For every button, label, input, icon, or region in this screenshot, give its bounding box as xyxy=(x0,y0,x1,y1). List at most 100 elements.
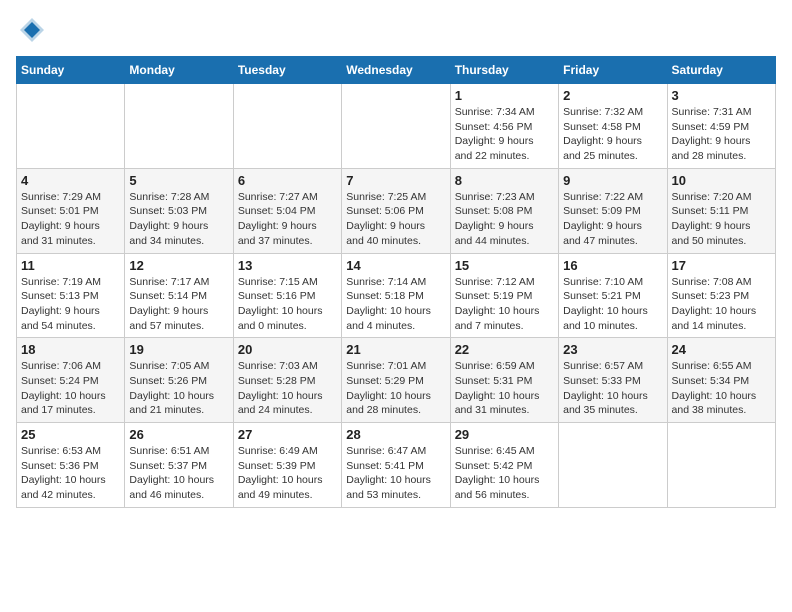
day-number: 5 xyxy=(129,173,228,188)
calendar-cell: 11 Sunrise: 7:19 AM Sunset: 5:13 PM Dayli… xyxy=(17,253,125,338)
day-info: Sunrise: 7:32 AM Sunset: 4:58 PM Dayligh… xyxy=(563,105,662,164)
calendar-cell: 6 Sunrise: 7:27 AM Sunset: 5:04 PM Daylig… xyxy=(233,168,341,253)
calendar-cell: 2 Sunrise: 7:32 AM Sunset: 4:58 PM Daylig… xyxy=(559,84,667,169)
day-info: Sunrise: 7:34 AM Sunset: 4:56 PM Dayligh… xyxy=(455,105,554,164)
day-number: 22 xyxy=(455,342,554,357)
day-number: 20 xyxy=(238,342,337,357)
day-number: 17 xyxy=(672,258,771,273)
day-number: 9 xyxy=(563,173,662,188)
day-number: 28 xyxy=(346,427,445,442)
header-day-tuesday: Tuesday xyxy=(233,57,341,84)
calendar-cell: 21 Sunrise: 7:01 AM Sunset: 5:29 PM Dayli… xyxy=(342,338,450,423)
day-number: 21 xyxy=(346,342,445,357)
calendar-cell: 27 Sunrise: 6:49 AM Sunset: 5:39 PM Dayli… xyxy=(233,423,341,508)
day-number: 3 xyxy=(672,88,771,103)
header-day-sunday: Sunday xyxy=(17,57,125,84)
calendar-cell: 29Sunrise: 6:45 AM Sunset: 5:42 PM Dayli… xyxy=(450,423,558,508)
calendar-cell: 18 Sunrise: 7:06 AM Sunset: 5:24 PM Dayli… xyxy=(17,338,125,423)
day-info: Sunrise: 7:15 AM Sunset: 5:16 PM Dayligh… xyxy=(238,275,337,334)
calendar-week-1: 1 Sunrise: 7:34 AM Sunset: 4:56 PM Daylig… xyxy=(17,84,776,169)
logo xyxy=(16,16,46,44)
day-info: Sunrise: 6:49 AM Sunset: 5:39 PM Dayligh… xyxy=(238,444,337,503)
calendar-cell: 13 Sunrise: 7:15 AM Sunset: 5:16 PM Dayli… xyxy=(233,253,341,338)
calendar-cell: 20 Sunrise: 7:03 AM Sunset: 5:28 PM Dayli… xyxy=(233,338,341,423)
calendar-cell: 12Sunrise: 7:17 AM Sunset: 5:14 PM Dayli… xyxy=(125,253,233,338)
calendar-cell xyxy=(125,84,233,169)
calendar-header: SundayMondayTuesdayWednesdayThursdayFrid… xyxy=(17,57,776,84)
calendar-cell: 5Sunrise: 7:28 AM Sunset: 5:03 PM Daylig… xyxy=(125,168,233,253)
calendar-week-4: 18 Sunrise: 7:06 AM Sunset: 5:24 PM Dayli… xyxy=(17,338,776,423)
day-number: 1 xyxy=(455,88,554,103)
day-number: 23 xyxy=(563,342,662,357)
header-day-thursday: Thursday xyxy=(450,57,558,84)
day-info: Sunrise: 7:31 AM Sunset: 4:59 PM Dayligh… xyxy=(672,105,771,164)
day-info: Sunrise: 7:03 AM Sunset: 5:28 PM Dayligh… xyxy=(238,359,337,418)
calendar-cell: 24 Sunrise: 6:55 AM Sunset: 5:34 PM Dayli… xyxy=(667,338,775,423)
day-number: 12 xyxy=(129,258,228,273)
day-number: 15 xyxy=(455,258,554,273)
day-number: 2 xyxy=(563,88,662,103)
calendar-cell: 16 Sunrise: 7:10 AM Sunset: 5:21 PM Dayli… xyxy=(559,253,667,338)
day-info: Sunrise: 7:06 AM Sunset: 5:24 PM Dayligh… xyxy=(21,359,120,418)
day-info: Sunrise: 7:05 AM Sunset: 5:26 PM Dayligh… xyxy=(129,359,228,418)
page-header xyxy=(16,16,776,44)
calendar-cell: 7 Sunrise: 7:25 AM Sunset: 5:06 PM Daylig… xyxy=(342,168,450,253)
calendar-cell: 23 Sunrise: 6:57 AM Sunset: 5:33 PM Dayli… xyxy=(559,338,667,423)
calendar-cell: 26 Sunrise: 6:51 AM Sunset: 5:37 PM Dayli… xyxy=(125,423,233,508)
calendar-cell xyxy=(667,423,775,508)
day-info: Sunrise: 6:57 AM Sunset: 5:33 PM Dayligh… xyxy=(563,359,662,418)
day-info: Sunrise: 6:55 AM Sunset: 5:34 PM Dayligh… xyxy=(672,359,771,418)
calendar-cell xyxy=(233,84,341,169)
day-number: 29 xyxy=(455,427,554,442)
calendar-cell: 28 Sunrise: 6:47 AM Sunset: 5:41 PM Dayli… xyxy=(342,423,450,508)
header-day-saturday: Saturday xyxy=(667,57,775,84)
day-info: Sunrise: 7:08 AM Sunset: 5:23 PM Dayligh… xyxy=(672,275,771,334)
day-info: Sunrise: 7:10 AM Sunset: 5:21 PM Dayligh… xyxy=(563,275,662,334)
logo-icon xyxy=(18,16,46,44)
day-info: Sunrise: 7:25 AM Sunset: 5:06 PM Dayligh… xyxy=(346,190,445,249)
calendar-table: SundayMondayTuesdayWednesdayThursdayFrid… xyxy=(16,56,776,508)
header-day-friday: Friday xyxy=(559,57,667,84)
calendar-cell: 15 Sunrise: 7:12 AM Sunset: 5:19 PM Dayli… xyxy=(450,253,558,338)
day-number: 8 xyxy=(455,173,554,188)
day-info: Sunrise: 7:27 AM Sunset: 5:04 PM Dayligh… xyxy=(238,190,337,249)
day-info: Sunrise: 6:51 AM Sunset: 5:37 PM Dayligh… xyxy=(129,444,228,503)
day-info: Sunrise: 7:19 AM Sunset: 5:13 PM Dayligh… xyxy=(21,275,120,334)
day-info: Sunrise: 6:53 AM Sunset: 5:36 PM Dayligh… xyxy=(21,444,120,503)
day-info: Sunrise: 7:23 AM Sunset: 5:08 PM Dayligh… xyxy=(455,190,554,249)
day-number: 10 xyxy=(672,173,771,188)
calendar-cell: 8 Sunrise: 7:23 AM Sunset: 5:08 PM Daylig… xyxy=(450,168,558,253)
day-number: 25 xyxy=(21,427,120,442)
day-number: 24 xyxy=(672,342,771,357)
calendar-cell: 14 Sunrise: 7:14 AM Sunset: 5:18 PM Dayli… xyxy=(342,253,450,338)
day-info: Sunrise: 7:01 AM Sunset: 5:29 PM Dayligh… xyxy=(346,359,445,418)
day-number: 4 xyxy=(21,173,120,188)
calendar-cell xyxy=(342,84,450,169)
day-number: 14 xyxy=(346,258,445,273)
day-number: 13 xyxy=(238,258,337,273)
day-info: Sunrise: 7:22 AM Sunset: 5:09 PM Dayligh… xyxy=(563,190,662,249)
day-number: 26 xyxy=(129,427,228,442)
day-number: 19 xyxy=(129,342,228,357)
day-number: 27 xyxy=(238,427,337,442)
calendar-cell xyxy=(17,84,125,169)
calendar-cell: 25 Sunrise: 6:53 AM Sunset: 5:36 PM Dayli… xyxy=(17,423,125,508)
calendar-week-3: 11 Sunrise: 7:19 AM Sunset: 5:13 PM Dayli… xyxy=(17,253,776,338)
header-day-monday: Monday xyxy=(125,57,233,84)
day-number: 6 xyxy=(238,173,337,188)
calendar-cell: 19 Sunrise: 7:05 AM Sunset: 5:26 PM Dayli… xyxy=(125,338,233,423)
calendar-cell: 10 Sunrise: 7:20 AM Sunset: 5:11 PM Dayli… xyxy=(667,168,775,253)
calendar-week-2: 4 Sunrise: 7:29 AM Sunset: 5:01 PM Daylig… xyxy=(17,168,776,253)
calendar-cell: 1 Sunrise: 7:34 AM Sunset: 4:56 PM Daylig… xyxy=(450,84,558,169)
day-info: Sunrise: 7:12 AM Sunset: 5:19 PM Dayligh… xyxy=(455,275,554,334)
day-number: 16 xyxy=(563,258,662,273)
day-info: Sunrise: 7:29 AM Sunset: 5:01 PM Dayligh… xyxy=(21,190,120,249)
calendar-cell xyxy=(559,423,667,508)
day-info: Sunrise: 7:14 AM Sunset: 5:18 PM Dayligh… xyxy=(346,275,445,334)
day-number: 18 xyxy=(21,342,120,357)
day-info: Sunrise: 7:20 AM Sunset: 5:11 PM Dayligh… xyxy=(672,190,771,249)
day-info: Sunrise: 6:47 AM Sunset: 5:41 PM Dayligh… xyxy=(346,444,445,503)
day-number: 11 xyxy=(21,258,120,273)
day-number: 7 xyxy=(346,173,445,188)
calendar-cell: 4 Sunrise: 7:29 AM Sunset: 5:01 PM Daylig… xyxy=(17,168,125,253)
